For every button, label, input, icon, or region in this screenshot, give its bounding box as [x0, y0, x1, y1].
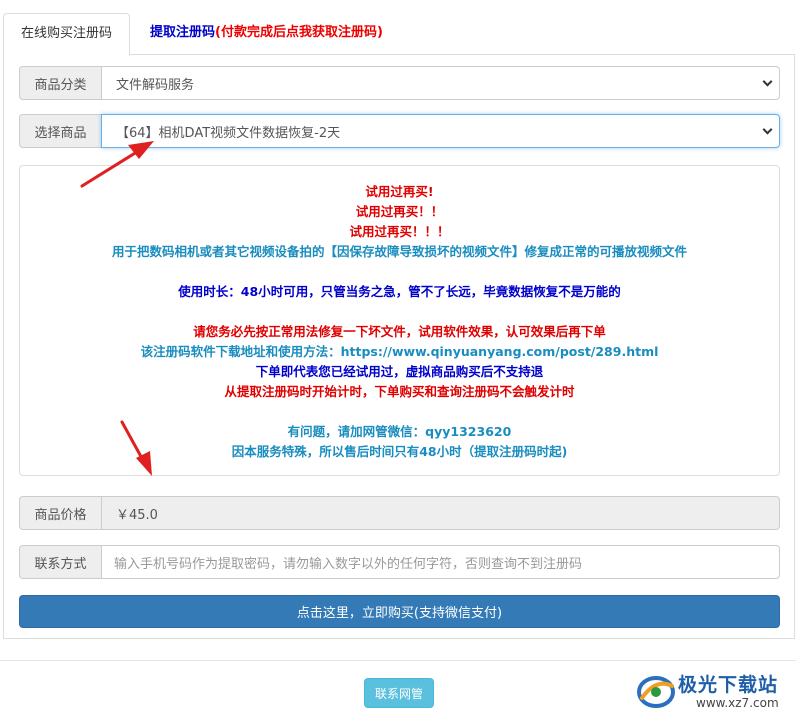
desc-line: 因本服务特殊，所以售后时间只有48小时（提取注册码时起) [231, 444, 568, 459]
contact-input[interactable]: 输入手机号码作为提取密码，请勿输入数字以外的任何字符，否则查询不到注册码 [101, 545, 780, 579]
desc-line: 有问题，请加网管微信：qyy1323620 [287, 424, 512, 439]
desc-line: 试用过再买！！！ [349, 224, 450, 239]
desc-line: 用于把数码相机或者其它视频设备拍的【因保存故障导致损坏的视频文件】修复成正常的可… [111, 244, 687, 259]
desc-line: 从提取注册码时开始计时，下单购买和查询注册码不会触发计时 [224, 384, 575, 399]
contact-label: 联系方式 [19, 545, 101, 579]
product-label: 选择商品 [19, 114, 101, 148]
tab-bar: 在线购买注册码 提取注册码(付款完成后点我获取注册码) [3, 13, 795, 56]
price-field: ￥45.0 [101, 496, 780, 530]
watermark-url: www.xz7.com [696, 696, 779, 710]
desc-line: 试用过再买！！ [355, 204, 444, 219]
contact-group: 联系方式 输入手机号码作为提取密码，请勿输入数字以外的任何字符，否则查询不到注册… [19, 545, 780, 579]
tab-retrieve-code-note: (付款完成后点我获取注册码) [215, 25, 383, 40]
product-description: 试用过再买! 试用过再买！！ 试用过再买！！！ 用于把数码相机或者其它视频设备拍… [19, 165, 780, 476]
price-value: ￥45.0 [116, 507, 158, 523]
price-label: 商品价格 [19, 496, 101, 530]
tab-buy-online[interactable]: 在线购买注册码 [3, 13, 130, 56]
order-panel: 商品分类 文件解码服务 选择商品 【64】相机DAT视频文件数据恢复-2天 试用… [3, 55, 795, 639]
contact-admin-button[interactable]: 联系网管 [364, 678, 434, 708]
product-group: 选择商品 【64】相机DAT视频文件数据恢复-2天 [19, 114, 780, 148]
footer-divider [0, 660, 796, 661]
chevron-down-icon [762, 124, 773, 135]
product-select[interactable]: 【64】相机DAT视频文件数据恢复-2天 [101, 114, 780, 148]
watermark-title: 极光下载站 [678, 674, 779, 696]
category-label: 商品分类 [19, 66, 101, 100]
desc-line: 使用时长：48小时可用，只管当务之急，管不了长远，毕竟数据恢复不是万能的 [178, 284, 621, 299]
category-select[interactable]: 文件解码服务 [101, 66, 780, 100]
category-group: 商品分类 文件解码服务 [19, 66, 780, 100]
price-group: 商品价格 ￥45.0 [19, 496, 780, 530]
product-select-value: 【64】相机DAT视频文件数据恢复-2天 [116, 125, 341, 141]
category-select-value: 文件解码服务 [116, 77, 195, 93]
contact-input-placeholder: 输入手机号码作为提取密码，请勿输入数字以外的任何字符，否则查询不到注册码 [114, 556, 583, 572]
desc-line: 请您务必先按正常用法修复一下坏文件，试用软件效果，认可效果后再下单 [193, 324, 606, 339]
chevron-down-icon [762, 76, 773, 87]
desc-line: 试用过再买! [365, 184, 434, 199]
tab-retrieve-code-label: 提取注册码 [150, 25, 216, 40]
tab-retrieve-code[interactable]: 提取注册码(付款完成后点我获取注册码) [150, 13, 383, 55]
watermark: 极光下载站 www.xz7.com [636, 668, 794, 714]
buy-now-button[interactable]: 点击这里，立即购买(支持微信支付) [19, 595, 780, 628]
desc-line: 下单即代表您已经试用过，虚拟商品购买后不支持退 [255, 364, 544, 379]
aurora-logo-icon [637, 676, 675, 708]
desc-line: 该注册码软件下载地址和使用方法：https://www.qinyuanyang.… [140, 344, 659, 359]
